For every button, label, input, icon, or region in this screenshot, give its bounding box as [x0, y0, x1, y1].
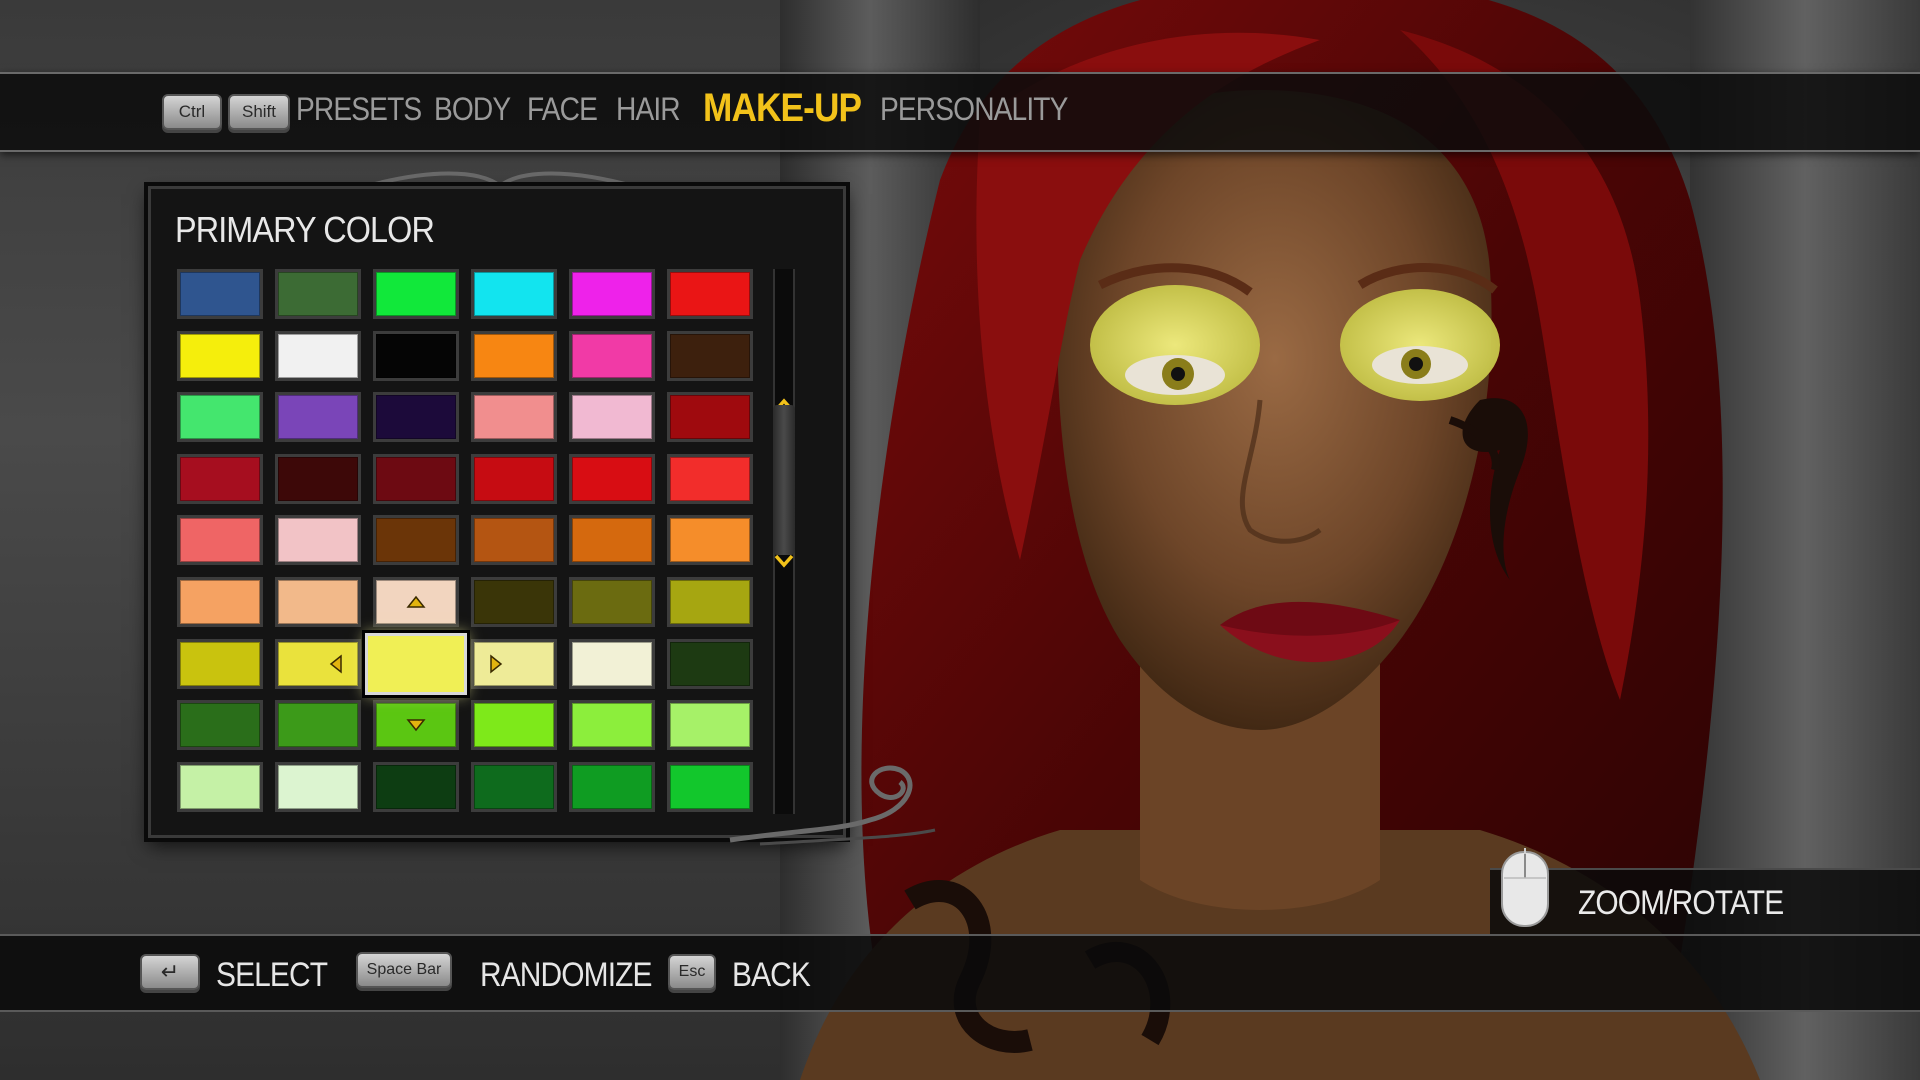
color-swatch[interactable]	[569, 700, 655, 751]
tab-face[interactable]: FACE	[527, 91, 598, 128]
color-swatch[interactable]	[667, 392, 753, 443]
color-swatch[interactable]	[177, 269, 263, 319]
color-swatch[interactable]	[471, 700, 557, 751]
primary-color-panel: PRIMARY COLOR	[148, 186, 846, 838]
select-hint[interactable]: SELECT	[216, 956, 328, 995]
zoom-rotate-label: ZOOM/ROTATE	[1578, 884, 1784, 922]
color-swatch[interactable]	[667, 638, 753, 689]
tab-presets[interactable]: PRESETS	[296, 91, 422, 128]
color-swatch[interactable]	[275, 392, 361, 443]
selected-color-swatch[interactable]	[365, 632, 467, 695]
space-bar-key[interactable]: Space Bar	[356, 952, 452, 988]
color-swatch[interactable]	[569, 761, 655, 812]
color-swatch[interactable]	[275, 515, 361, 566]
color-swatch[interactable]	[569, 515, 655, 566]
color-swatch[interactable]	[569, 638, 655, 689]
color-swatch[interactable]	[177, 330, 263, 381]
color-swatch[interactable]	[471, 392, 557, 443]
mouse-icon	[1501, 848, 1549, 927]
next-tab-key[interactable]: Shift	[228, 94, 290, 130]
esc-key[interactable]: Esc	[668, 954, 716, 990]
tab-make-up[interactable]: MAKE-UP	[703, 86, 862, 131]
panel-title: PRIMARY COLOR	[175, 209, 435, 250]
color-swatch[interactable]	[569, 392, 655, 443]
color-swatch[interactable]	[177, 700, 263, 751]
color-swatch[interactable]	[569, 453, 655, 504]
color-swatch[interactable]	[667, 700, 753, 751]
color-swatch[interactable]	[373, 453, 459, 504]
scroll-down-arrow-icon[interactable]	[773, 553, 795, 569]
color-swatch[interactable]	[275, 700, 361, 751]
color-swatch[interactable]	[373, 269, 459, 319]
color-swatch[interactable]	[471, 330, 557, 381]
color-swatch[interactable]	[569, 269, 655, 319]
color-swatch[interactable]	[373, 330, 459, 381]
controls-hint-bar: ↵ SELECT Space Bar RANDOMIZE Esc BACK	[0, 934, 1920, 1012]
nav-down-arrow-icon[interactable]	[404, 713, 428, 737]
back-hint[interactable]: BACK	[732, 956, 811, 995]
randomize-hint[interactable]: RANDOMIZE	[480, 956, 652, 995]
nav-up-arrow-icon[interactable]	[404, 590, 428, 614]
color-swatch[interactable]	[569, 577, 655, 627]
color-swatch[interactable]	[177, 577, 263, 627]
color-swatch[interactable]	[275, 577, 361, 627]
scrollbar-thumb[interactable]	[773, 405, 795, 555]
palette-scrollbar[interactable]	[773, 269, 795, 814]
color-swatch[interactable]	[569, 330, 655, 381]
color-swatch[interactable]	[177, 453, 263, 504]
color-swatch[interactable]	[667, 269, 753, 319]
enter-key-icon[interactable]: ↵	[140, 954, 200, 990]
color-swatch[interactable]	[275, 330, 361, 381]
color-swatch[interactable]	[471, 453, 557, 504]
zoom-rotate-hint: ZOOM/ROTATE	[1490, 848, 1920, 936]
color-swatch[interactable]	[471, 577, 557, 627]
tab-hair[interactable]: HAIR	[616, 91, 681, 128]
nav-left-arrow-icon[interactable]	[324, 652, 348, 676]
color-swatch[interactable]	[373, 392, 459, 443]
color-swatch[interactable]	[275, 761, 361, 812]
color-swatch[interactable]	[275, 453, 361, 504]
color-swatch[interactable]	[471, 761, 557, 812]
tab-body[interactable]: BODY	[434, 91, 511, 128]
color-swatch[interactable]	[275, 269, 361, 319]
color-swatch[interactable]	[471, 515, 557, 566]
color-swatch[interactable]	[177, 392, 263, 443]
panel-ornament-bottom	[729, 765, 936, 846]
color-swatch[interactable]	[177, 515, 263, 566]
tab-personality[interactable]: PERSONALITY	[880, 91, 1068, 128]
category-tab-bar: Ctrl Shift PRESETS BODY FACE HAIR MAKE-U…	[0, 72, 1920, 152]
color-swatch[interactable]	[177, 638, 263, 689]
color-swatch[interactable]	[667, 453, 753, 504]
color-swatch[interactable]	[373, 761, 459, 812]
color-swatch-grid	[177, 269, 767, 819]
color-swatch[interactable]	[177, 761, 263, 812]
prev-tab-key[interactable]: Ctrl	[162, 94, 222, 130]
color-swatch[interactable]	[667, 577, 753, 627]
color-swatch[interactable]	[667, 330, 753, 381]
color-swatch[interactable]	[373, 515, 459, 566]
color-swatch[interactable]	[275, 638, 361, 689]
nav-right-arrow-icon[interactable]	[484, 652, 508, 676]
color-swatch[interactable]	[667, 515, 753, 566]
color-swatch[interactable]	[471, 269, 557, 319]
